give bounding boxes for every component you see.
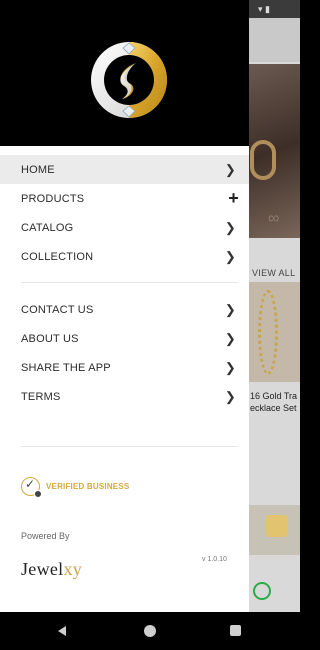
menu-item-products[interactable]: PRODUCTS + (0, 184, 249, 213)
chevron-right-icon: ❯ (224, 219, 236, 235)
menu-item-collection[interactable]: COLLECTION ❯ (0, 242, 249, 271)
menu-divider (21, 446, 238, 447)
menu-item-home[interactable]: HOME ❯ (0, 155, 249, 184)
menu-item-catalog[interactable]: CATALOG ❯ (0, 213, 249, 242)
recent-apps-icon[interactable] (230, 625, 241, 636)
menu-item-label: PRODUCTS (21, 192, 85, 205)
chevron-right-icon: ❯ (224, 359, 236, 375)
badge-dot-icon (34, 490, 42, 498)
navigation-drawer: HOME ❯ PRODUCTS + CATALOG ❯ COLLECTION ❯… (0, 0, 249, 612)
system-nav-bar (0, 612, 300, 650)
brand-accent: xy (63, 559, 83, 579)
brand-logo-icon (91, 42, 167, 118)
drawer-header (0, 0, 249, 146)
verified-business-badge: ✓ VERIFIED BUSINESS (21, 477, 130, 498)
product-title-line1: 16 Gold Tra (250, 391, 298, 401)
view-all-link[interactable]: VIEW ALL (252, 268, 295, 278)
secondary-menu: CONTACT US ❯ ABOUT US ❯ SHARE THE APP ❯ … (0, 295, 249, 411)
status-icons: ▾ ▮ (258, 4, 270, 14)
menu-item-label: TERMS (21, 390, 61, 403)
menu-item-label: ABOUT US (21, 332, 79, 345)
menu-item-label: CATALOG (21, 221, 74, 234)
menu-item-share-the-app[interactable]: SHARE THE APP ❯ (0, 353, 249, 382)
checkmark-icon: ✓ (25, 477, 36, 491)
chevron-right-icon: ❯ (224, 388, 236, 404)
whatsapp-icon[interactable] (253, 582, 271, 600)
jewelxy-logo[interactable]: Jewelxy (21, 559, 82, 580)
ring-image (250, 140, 276, 180)
gift-box-image (266, 515, 288, 537)
menu-item-about-us[interactable]: ABOUT US ❯ (0, 324, 249, 353)
chevron-right-icon: ❯ (224, 161, 236, 177)
menu-divider (21, 282, 238, 283)
back-icon[interactable] (58, 626, 66, 636)
menu-item-label: COLLECTION (21, 250, 94, 263)
chevron-right-icon: ❯ (224, 301, 236, 317)
necklace-image (258, 290, 278, 375)
verified-check-icon: ✓ (21, 477, 42, 498)
chevron-right-icon: ❯ (224, 330, 236, 346)
infinity-icon: ∞ (268, 210, 280, 227)
primary-menu: HOME ❯ PRODUCTS + CATALOG ❯ COLLECTION ❯ (0, 155, 249, 271)
menu-item-label: CONTACT US (21, 303, 94, 316)
chevron-right-icon: ❯ (224, 248, 236, 264)
menu-item-terms[interactable]: TERMS ❯ (0, 382, 249, 411)
product-title: 16 Gold Tra ecklace Set (250, 390, 297, 414)
menu-item-label: HOME (21, 163, 55, 176)
expand-plus-icon[interactable]: + (228, 184, 239, 213)
menu-item-contact-us[interactable]: CONTACT US ❯ (0, 295, 249, 324)
app-version: v 1.0.10 (202, 556, 227, 563)
brand-main: Jewel (21, 559, 64, 579)
powered-by-label: Powered By (21, 531, 70, 541)
home-icon[interactable] (144, 625, 156, 637)
product-title-line2: ecklace Set (250, 403, 297, 413)
menu-item-label: SHARE THE APP (21, 361, 111, 374)
verified-label: VERIFIED BUSINESS (46, 482, 130, 491)
